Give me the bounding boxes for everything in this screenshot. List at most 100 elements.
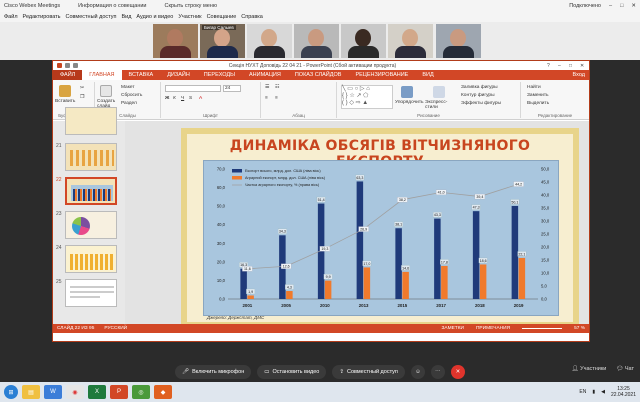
comments-button[interactable]: ПРИМЕЧАНИЯ xyxy=(476,326,510,331)
network-icon[interactable]: ▮ xyxy=(592,389,595,395)
underline-icon[interactable]: Ч xyxy=(181,96,184,101)
tab-view[interactable]: ВИД xyxy=(415,72,440,78)
menu-item[interactable]: Аудио и видео xyxy=(136,14,173,20)
font-name-select[interactable] xyxy=(165,85,221,92)
arrange-button[interactable]: Упорядочить xyxy=(395,100,424,105)
slide-thumbnail[interactable] xyxy=(65,245,117,273)
clock[interactable]: 13:25 22.04.2021 xyxy=(611,386,636,398)
menu-item[interactable]: Редактировать xyxy=(23,14,61,20)
find-button[interactable]: Найти xyxy=(527,85,541,90)
maximize-icon[interactable]: □ xyxy=(620,3,623,9)
reset-button[interactable]: Сбросить xyxy=(121,93,142,98)
maximize-icon[interactable]: □ xyxy=(569,63,574,69)
menu-item[interactable]: Вид xyxy=(121,14,131,20)
more-button[interactable]: ⋯ xyxy=(430,365,445,379)
tab-slideshow[interactable]: ПОКАЗ СЛАЙДОВ xyxy=(288,72,349,78)
tab-review[interactable]: РЕЦЕНЗИРОВАНИЕ xyxy=(348,72,415,78)
powerpoint-icon[interactable]: P xyxy=(110,385,128,399)
volume-icon[interactable]: ◀ xyxy=(601,389,605,395)
participant-video[interactable] xyxy=(341,24,386,58)
share-button[interactable]: ⇪ Совместный доступ xyxy=(332,365,405,379)
hide-menu-tab[interactable]: Скрыть строку меню xyxy=(165,3,217,9)
menu-item[interactable]: Справка xyxy=(241,14,263,20)
layout-button[interactable]: Макет xyxy=(121,85,135,90)
slide-canvas[interactable]: ДИНАМІКА ОБСЯГІВ ВІТЧИЗНЯНОГО ЕКСПОРТУ 0… xyxy=(181,128,579,328)
bullets-icon[interactable]: ☰ xyxy=(265,85,269,90)
mute-button[interactable]: 🎤︎ Включить микрофон xyxy=(175,365,252,379)
shapes-gallery[interactable]: ╲ ▭ ○ ▷ ⌂{ } ☆ ↗ ⬠( ) ◇ ⇨ ▲ xyxy=(341,85,393,109)
tab-insert[interactable]: ВСТАВКА xyxy=(122,72,161,78)
tab-animation[interactable]: АНИМАЦИЯ xyxy=(242,72,288,78)
explorer-icon[interactable]: ▤ xyxy=(22,385,40,399)
chrome-icon[interactable]: ◉ xyxy=(66,385,84,399)
cut-icon[interactable]: ✂ xyxy=(80,86,84,91)
language-indicator[interactable]: EN xyxy=(579,389,586,395)
participant-video[interactable] xyxy=(153,24,198,58)
sign-in-link[interactable]: Вход xyxy=(573,72,589,78)
chat-button[interactable]: 💬︎ Чат xyxy=(616,366,634,372)
tab-home[interactable]: ГЛАВНАЯ xyxy=(82,70,122,80)
start-icon[interactable]: ⊞ xyxy=(4,385,18,399)
excel-icon[interactable]: X xyxy=(88,385,106,399)
participants-button[interactable]: 👤︎ Участники xyxy=(572,366,607,372)
slide-thumbnail-selected[interactable] xyxy=(65,177,117,205)
notes-button[interactable]: ЗАМЕТКИ xyxy=(442,326,464,331)
align-left-icon[interactable]: ≡ xyxy=(265,96,268,101)
help-icon[interactable]: ? xyxy=(547,63,552,69)
meeting-info-tab[interactable]: Информация о совещании xyxy=(78,3,146,9)
italic-icon[interactable]: К xyxy=(173,96,176,101)
shape-effects-button[interactable]: Эффекты фигуры xyxy=(461,101,501,106)
select-button[interactable]: Выделить xyxy=(527,101,549,106)
video-button[interactable]: ▭ Остановить видео xyxy=(257,365,327,379)
slide-number: 23 xyxy=(56,211,62,217)
bold-icon[interactable]: Ж xyxy=(165,96,169,101)
end-call-button[interactable]: ✕ xyxy=(450,365,465,379)
slide-thumbnail[interactable] xyxy=(65,279,117,307)
copy-icon[interactable]: ❐ xyxy=(80,95,84,100)
tab-file[interactable]: ФАЙЛ xyxy=(53,70,83,80)
participant-video[interactable]: Бигар Салыев xyxy=(200,24,245,58)
language-status[interactable]: РУССКИЙ xyxy=(104,326,127,331)
minimize-icon[interactable]: – xyxy=(558,63,563,69)
font-color-icon[interactable]: A xyxy=(199,96,202,101)
participant-video[interactable] xyxy=(247,24,292,58)
shape-fill-button[interactable]: Заливка фигуры xyxy=(461,85,498,90)
word-icon[interactable]: W xyxy=(44,385,62,399)
font-size-select[interactable]: 24 xyxy=(223,85,241,92)
shape-outline-button[interactable]: Контур фигуры xyxy=(461,93,495,98)
arrange-icon[interactable] xyxy=(401,86,413,98)
undo-icon[interactable] xyxy=(65,63,70,68)
menu-item[interactable]: Файл xyxy=(4,14,18,20)
slide-thumbnail[interactable] xyxy=(65,107,117,135)
paste-icon[interactable] xyxy=(59,85,71,97)
replace-button[interactable]: Заменить xyxy=(527,93,549,98)
align-center-icon[interactable]: ≡ xyxy=(275,96,278,101)
new-slide-icon[interactable] xyxy=(100,85,112,97)
slide-thumbnail[interactable] xyxy=(65,211,117,239)
slide-thumbnail[interactable] xyxy=(65,143,117,171)
menu-item[interactable]: Совместный доступ xyxy=(66,14,117,20)
minimize-icon[interactable]: – xyxy=(609,3,612,9)
participant-video[interactable] xyxy=(294,24,339,58)
zoom-level[interactable]: 57 % xyxy=(574,326,585,331)
quick-styles-icon[interactable] xyxy=(433,86,445,98)
section-button[interactable]: Раздел xyxy=(121,101,137,106)
menu-item[interactable]: Совещание xyxy=(207,14,237,20)
save-icon[interactable] xyxy=(57,63,62,68)
menu-item[interactable]: Участник xyxy=(178,14,201,20)
webex-icon[interactable]: ◎ xyxy=(132,385,150,399)
participant-video[interactable] xyxy=(388,24,433,58)
close-icon[interactable]: ✕ xyxy=(631,3,636,9)
zoom-slider[interactable] xyxy=(522,328,563,329)
numbering-icon[interactable]: ☷ xyxy=(275,85,279,90)
y-tick-label: 70,0 xyxy=(217,167,226,172)
reactions-button[interactable]: ☺ xyxy=(410,365,425,379)
tab-transitions[interactable]: ПЕРЕХОДЫ xyxy=(197,72,242,78)
close-icon[interactable]: ✕ xyxy=(580,63,585,69)
participant-video[interactable] xyxy=(436,24,481,58)
quick-styles-button[interactable]: Экспресс-стили xyxy=(425,100,455,110)
paste-button[interactable]: Вставить xyxy=(55,99,75,104)
strikethrough-icon[interactable]: S xyxy=(189,96,192,101)
app-icon[interactable]: ◆ xyxy=(154,385,172,399)
tab-design[interactable]: ДИЗАЙН xyxy=(160,72,197,78)
